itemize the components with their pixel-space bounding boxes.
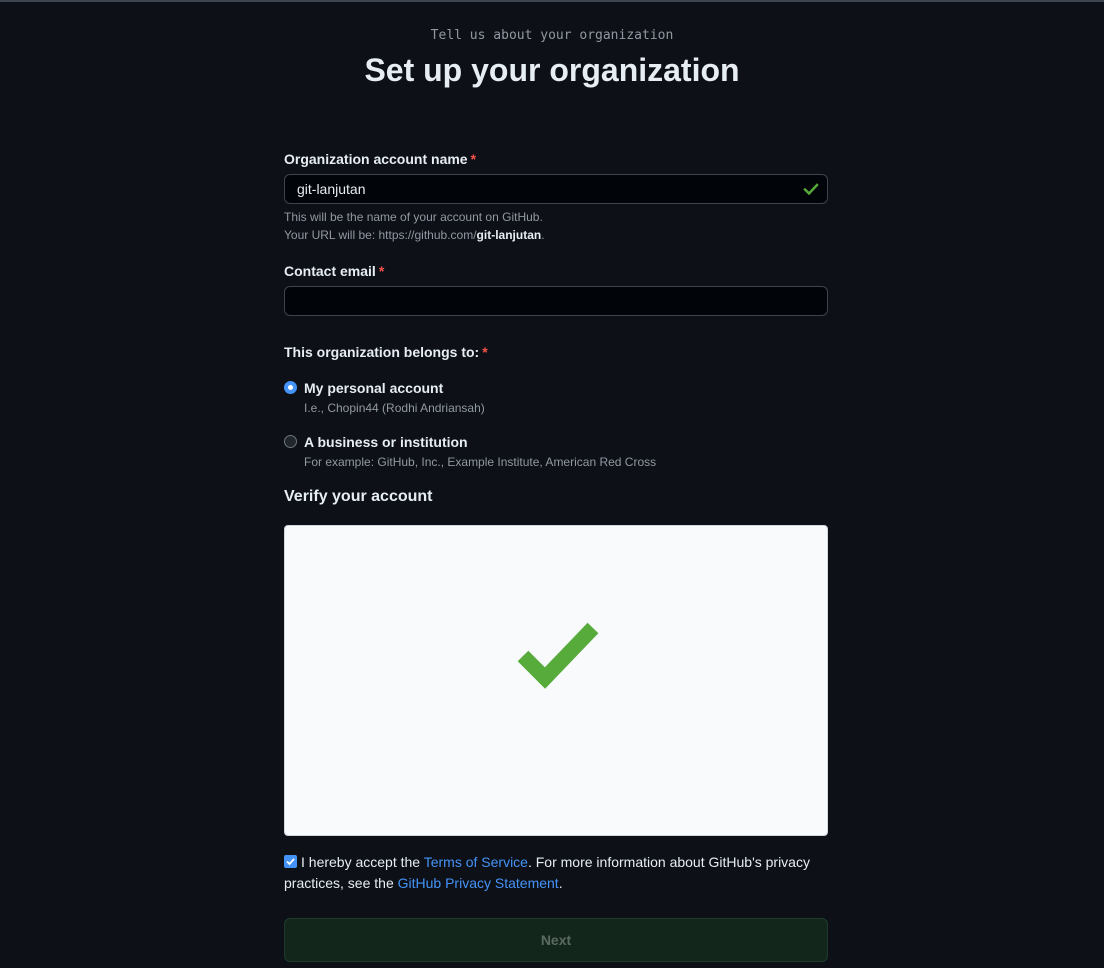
page-header: Tell us about your organization Set up y… [0,28,1104,88]
required-mark: * [378,263,385,279]
radio-personal-desc: I.e., Chopin44 (Rodhi Andriansah) [304,401,485,415]
radio-business-title: A business or institution [304,434,468,450]
org-name-input[interactable]: git-lanjutan [284,174,828,204]
big-check-icon [517,622,599,689]
terms-text-after: . [558,875,563,891]
required-mark: * [470,151,477,167]
page-eyebrow: Tell us about your organization [430,28,674,43]
terms-of-service-link[interactable]: Terms of Service [424,854,528,870]
required-mark: * [482,344,488,360]
radio-business[interactable] [284,435,297,448]
org-name-note-line1: This will be the name of your account on… [284,210,543,224]
checkbox-check-icon [286,858,295,866]
url-suffix: . [541,228,545,242]
terms-row: I hereby accept the Terms of Service. Fo… [284,852,828,894]
radio-business-desc: For example: GitHub, Inc., Example Insti… [304,455,657,469]
terms-text-before: I hereby accept the [301,854,424,870]
top-border [0,0,1104,2]
radio-personal-title: My personal account [304,380,444,396]
terms-checkbox[interactable] [284,855,297,868]
verify-title: Verify your account [284,488,433,505]
org-name-label-row: Organization account name * [284,150,476,169]
org-name-value: git-lanjutan [297,181,366,197]
check-icon [803,183,819,196]
url-name: git-lanjutan [476,228,542,242]
org-name-label: Organization account name [284,151,468,167]
privacy-statement-link[interactable]: GitHub Privacy Statement [398,875,559,891]
contact-email-label: Contact email [284,263,376,279]
belongs-to-label: This organization belongs to: [284,344,480,360]
org-name-note: This will be the name of your account on… [284,208,545,244]
radio-personal[interactable] [284,381,297,394]
contact-email-input[interactable] [284,286,828,316]
radio-option-personal[interactable]: My personal account I.e., Chopin44 (Rodh… [284,379,848,416]
next-button[interactable]: Next [284,918,828,962]
org-name-url-note: Your URL will be: https://github.com/git… [284,226,545,244]
radio-option-business[interactable]: A business or institution For example: G… [284,433,848,470]
contact-email-label-row: Contact email * [284,262,384,281]
belongs-to-label-row: This organization belongs to: * [284,343,488,362]
captcha-panel[interactable] [284,525,828,836]
url-prefix: Your URL will be: https://github.com/ [284,228,477,242]
page-title: Set up your organization [364,52,740,88]
